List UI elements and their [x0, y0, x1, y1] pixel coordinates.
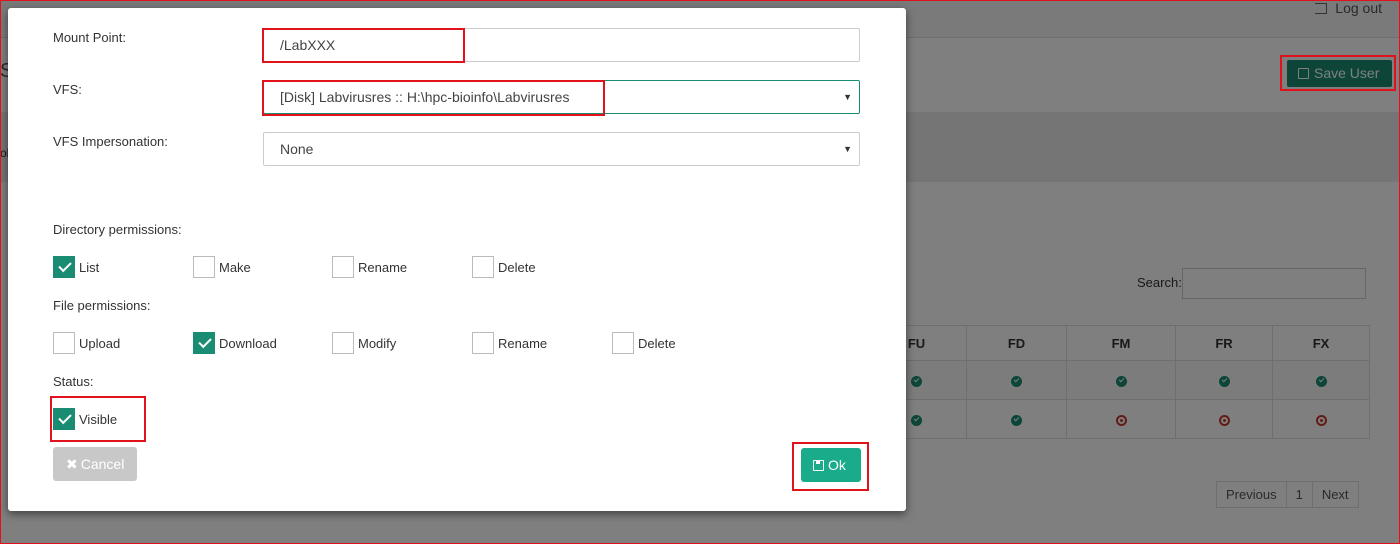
highlight-vfs [262, 80, 605, 116]
highlight-save-user [1280, 55, 1396, 91]
highlight-visible [50, 396, 146, 442]
highlight-ok [792, 442, 869, 491]
screen-highlight-frame [0, 0, 1400, 544]
highlight-mount-point [262, 28, 465, 63]
